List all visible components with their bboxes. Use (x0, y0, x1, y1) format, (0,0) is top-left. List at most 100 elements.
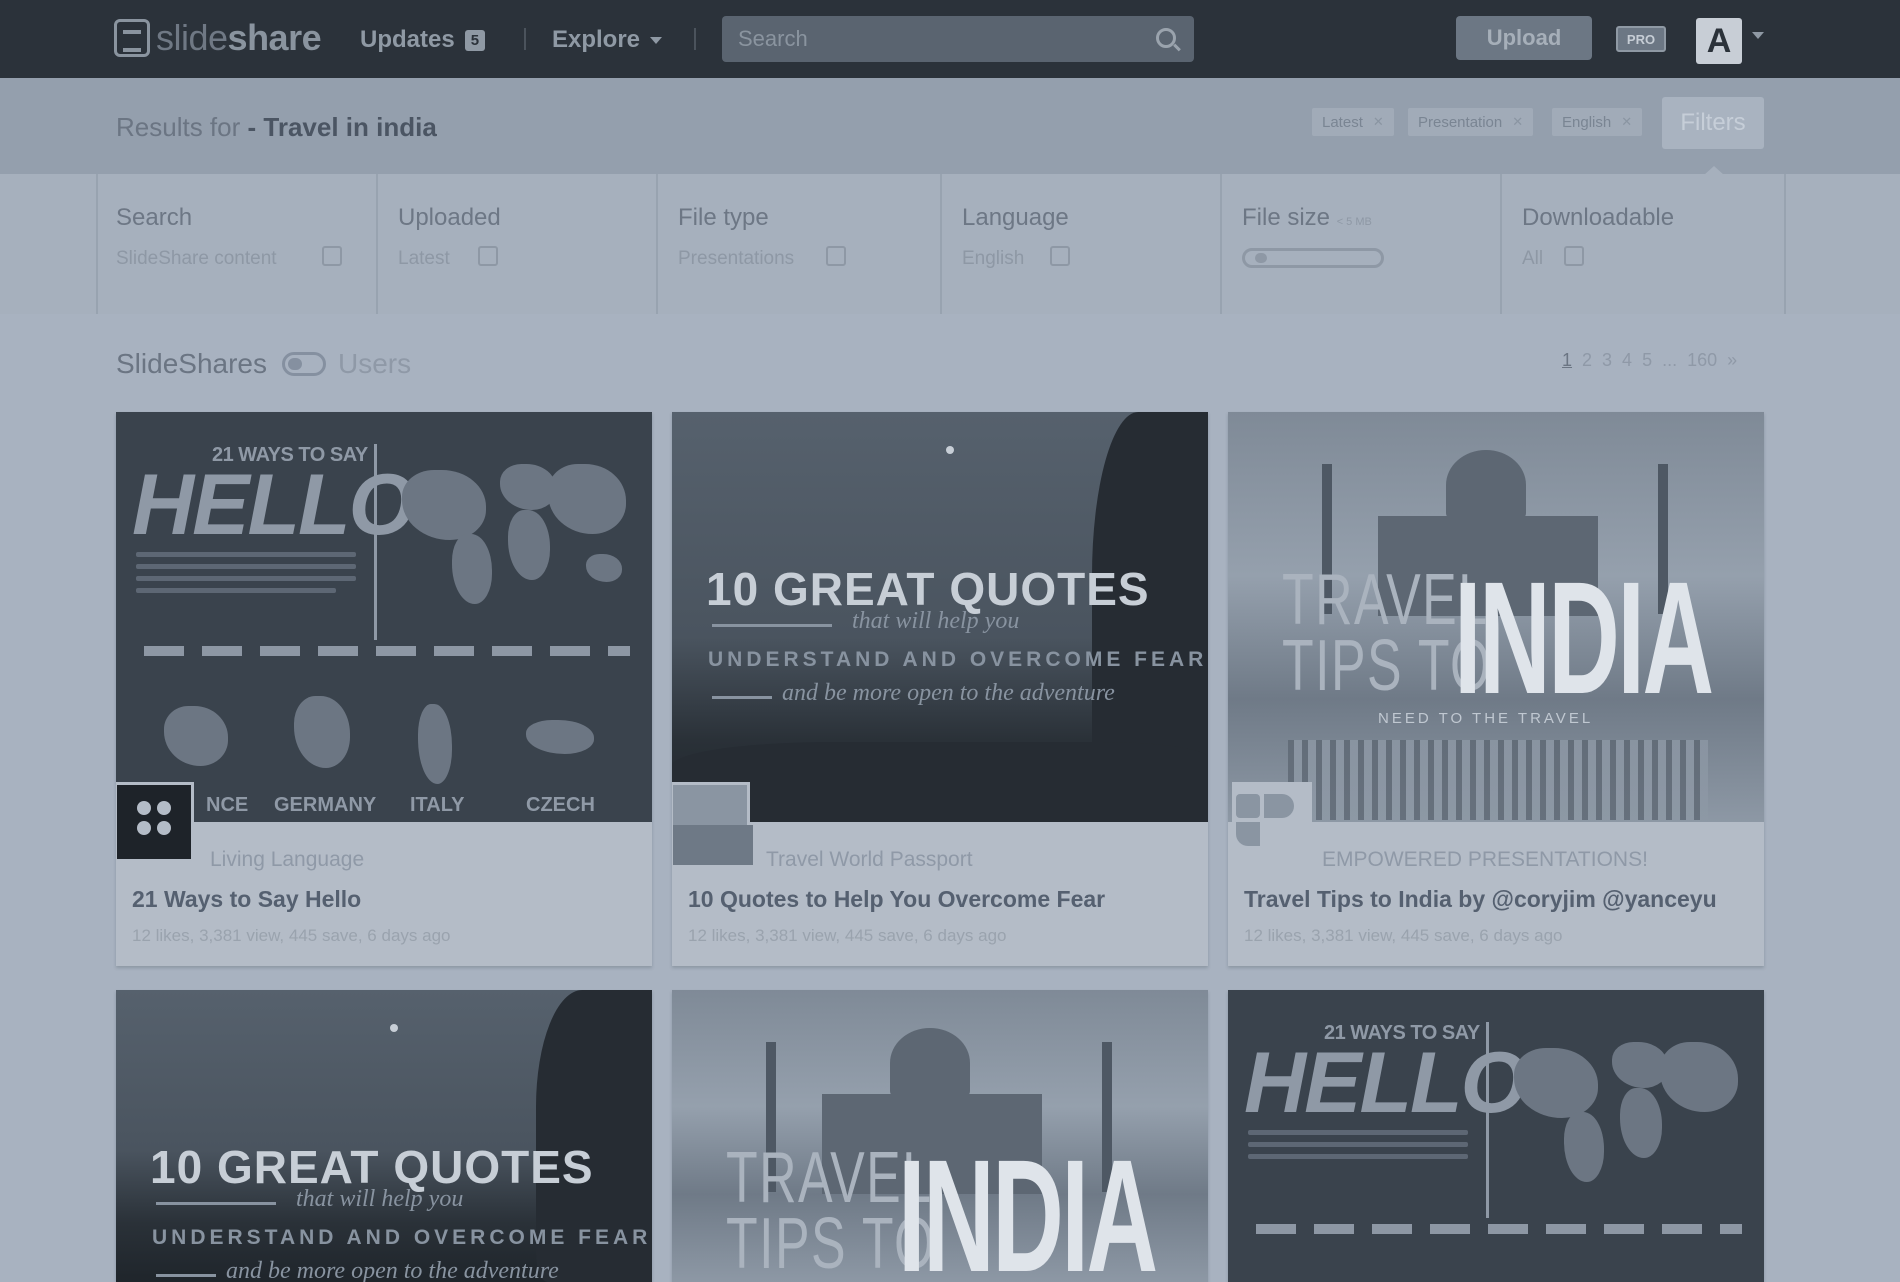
map-shape (294, 696, 350, 768)
thumb-divider (1486, 1022, 1489, 1218)
filter-column-divider (1784, 174, 1786, 314)
thumb-text: NEED TO THE TRAVEL (1378, 710, 1594, 727)
thumb-reflection (1288, 740, 1708, 820)
pro-badge[interactable]: PRO (1616, 26, 1666, 52)
slide-thumbnail[interactable]: 10 GREAT QUOTES that will help you UNDER… (116, 990, 652, 1282)
filter-chip-label: Presentation (1418, 113, 1503, 131)
filter-value: English (962, 248, 1025, 269)
filter-value: Latest (398, 248, 450, 269)
filter-checkbox[interactable] (1564, 246, 1584, 266)
slideshare-card[interactable]: 21 WAYS TO SAY HELLO (1228, 990, 1764, 1282)
filter-column-downloadable[interactable] (1500, 174, 1784, 314)
updates-label: Updates (360, 26, 455, 53)
explore-label: Explore (552, 26, 641, 53)
page-link[interactable]: 2 (1582, 350, 1592, 371)
page-link[interactable]: 1 (1562, 350, 1572, 371)
slideshare-card[interactable]: TRAVEL TIPS TO INDIA (672, 990, 1208, 1282)
users-tab[interactable]: Users (338, 348, 411, 380)
filter-column-language[interactable] (940, 174, 1220, 314)
thumb-rule (712, 696, 772, 699)
filter-column-file-size[interactable] (1220, 174, 1500, 314)
slide-thumbnail[interactable]: TRAVEL TIPS TO INDIA NEED TO THE TRAVEL (1228, 412, 1764, 822)
thumb-moon (390, 1024, 398, 1032)
avatar-dot (137, 801, 151, 815)
author-avatar[interactable] (116, 782, 194, 862)
filter-checkbox[interactable] (826, 246, 846, 266)
updates-link[interactable]: Updates 5 (360, 26, 486, 54)
slideshare-title[interactable]: Travel Tips to India by @coryjim @yancey… (1244, 886, 1717, 913)
slide-thumbnail[interactable]: TRAVEL TIPS TO INDIA (672, 990, 1208, 1282)
search-box (722, 16, 1194, 62)
thumb-hill (672, 742, 1208, 822)
filter-column-search[interactable] (96, 174, 376, 314)
filter-checkbox[interactable] (1050, 246, 1070, 266)
slideshare-card[interactable]: 10 GREAT QUOTES that will help you UNDER… (672, 412, 1208, 966)
filter-checkbox[interactable] (478, 246, 498, 266)
logo-square (1236, 822, 1260, 846)
map-shape (402, 470, 486, 540)
author-avatar[interactable] (672, 782, 753, 865)
map-shape (164, 706, 228, 766)
filter-column-uploaded[interactable] (376, 174, 656, 314)
thumb-line (136, 588, 336, 593)
thumb-text: ITALY (410, 794, 465, 816)
page-link[interactable]: 4 (1622, 350, 1632, 371)
chevron-down-icon[interactable] (1752, 32, 1764, 39)
close-icon[interactable]: ✕ (1373, 114, 1384, 130)
thumb-text: UNDERSTAND AND OVERCOME FEAR (708, 648, 1208, 671)
page-link[interactable]: 3 (1602, 350, 1612, 371)
close-icon[interactable]: ✕ (1621, 114, 1632, 130)
slideshare-card[interactable]: 10 GREAT QUOTES that will help you UNDER… (116, 990, 652, 1282)
slide-thumbnail[interactable]: 21 WAYS TO SAY HELLO (1228, 990, 1764, 1282)
slideshare-card[interactable]: 21 WAYS TO SAY HELLO NCE GERMANY ITALY C… (116, 412, 652, 966)
thumb-text: CZECH (526, 794, 595, 816)
author-name[interactable]: Travel World Passport (766, 848, 973, 872)
next-page-icon[interactable]: » (1727, 350, 1737, 371)
filter-title: Downloadable (1522, 204, 1675, 231)
thumb-moon (946, 446, 954, 454)
page-link[interactable]: 160 (1687, 350, 1717, 371)
slideshare-logo[interactable]: slideshare (114, 16, 322, 60)
slider-handle[interactable] (1254, 253, 1267, 263)
taj-dome (890, 1028, 970, 1098)
map-shape (1620, 1088, 1662, 1158)
search-icon[interactable] (1156, 28, 1176, 48)
slideshares-tab[interactable]: SlideShares (116, 348, 267, 380)
avatar-dot (137, 821, 151, 835)
results-prefix: Results for (116, 112, 248, 142)
search-input[interactable] (738, 24, 1138, 54)
thumb-line (136, 564, 356, 569)
filter-column-file-type[interactable] (656, 174, 940, 314)
slideshare-title[interactable]: 21 Ways to Say Hello (132, 886, 361, 913)
map-shape (1564, 1112, 1604, 1182)
filter-chip[interactable]: Presentation ✕ (1408, 108, 1534, 136)
map-shape (1660, 1042, 1738, 1112)
slide-thumbnail[interactable]: 10 GREAT QUOTES that will help you UNDER… (672, 412, 1208, 822)
filter-title: Search (116, 204, 193, 231)
thumb-line (1248, 1130, 1468, 1135)
logo-square (1236, 794, 1260, 818)
file-size-slider[interactable] (1242, 248, 1384, 268)
slideshare-card[interactable]: TRAVEL TIPS TO INDIA NEED TO THE TRAVEL … (1228, 412, 1764, 966)
page-link[interactable]: 5 (1642, 350, 1652, 371)
filter-checkbox[interactable] (322, 246, 342, 266)
logo-text-light: slide (156, 17, 228, 58)
close-icon[interactable]: ✕ (1512, 114, 1523, 130)
upload-button[interactable]: Upload (1456, 16, 1592, 60)
slideshare-title[interactable]: 10 Quotes to Help You Overcome Fear (688, 886, 1105, 913)
author-name[interactable]: EMPOWERED PRESENTATIONS! (1322, 848, 1648, 872)
filters-button[interactable]: Filters (1662, 97, 1764, 149)
filter-chip[interactable]: Latest ✕ (1312, 108, 1394, 136)
slideshare-stats: 12 likes, 3,381 view, 445 save, 6 days a… (688, 926, 1007, 945)
thumb-text: that will help you (296, 1186, 464, 1212)
thumb-text: GERMANY (274, 794, 377, 816)
author-name[interactable]: Living Language (210, 848, 364, 872)
author-avatar[interactable] (1232, 782, 1312, 862)
slide-thumbnail[interactable]: 21 WAYS TO SAY HELLO NCE GERMANY ITALY C… (116, 412, 652, 822)
explore-menu[interactable]: Explore (552, 26, 663, 54)
user-avatar[interactable]: A (1696, 18, 1742, 64)
filter-title: File size < 5 MB (1242, 204, 1372, 232)
filter-chip[interactable]: English ✕ (1552, 108, 1643, 136)
filter-title: Language (962, 204, 1069, 231)
slideshares-users-toggle[interactable] (282, 352, 326, 376)
